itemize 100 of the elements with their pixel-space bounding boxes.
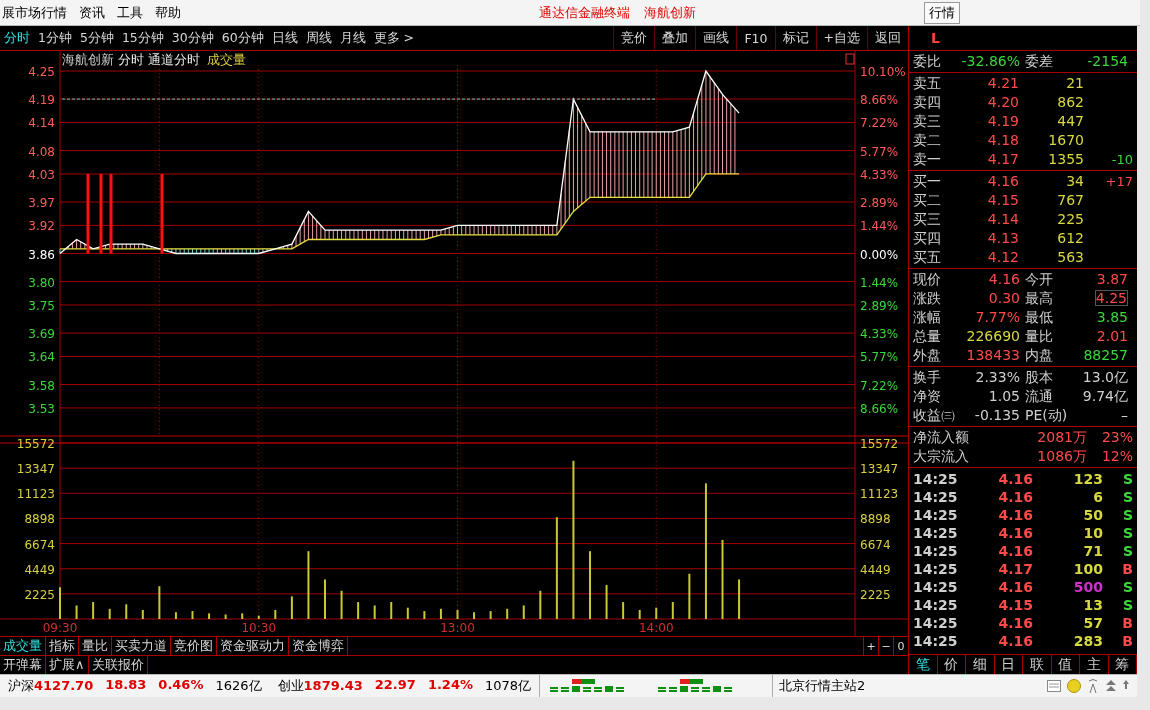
tick-price: 4.17: [997, 560, 1033, 578]
volume-bar: [671, 602, 674, 619]
period-tab[interactable]: 15分钟: [117, 29, 168, 47]
axis-label: 8898: [24, 512, 55, 527]
index-name: 创业: [277, 678, 304, 693]
zoom-button[interactable]: +: [863, 637, 878, 655]
tick-price: 4.15: [997, 596, 1033, 614]
order-label: 卖一: [913, 150, 942, 169]
antenna-icon[interactable]: [1087, 679, 1099, 693]
axis-label: 8898: [860, 512, 891, 527]
order-volume: 21: [1065, 74, 1084, 93]
menu-item[interactable]: 资讯: [77, 3, 115, 22]
indicator-tab[interactable]: 买卖力道: [112, 637, 171, 655]
tick-side: S: [1121, 578, 1133, 596]
period-tab[interactable]: 1分钟: [34, 29, 76, 47]
period-tab[interactable]: 周线: [301, 29, 336, 47]
tick-price: 4.16: [997, 614, 1033, 632]
order-price: 4.21: [986, 74, 1019, 93]
menu-item[interactable]: 工具: [115, 3, 153, 22]
volume-bar: [92, 602, 95, 619]
arrows-icon[interactable]: [1105, 679, 1117, 693]
tick-price: 4.16: [997, 578, 1033, 596]
period-tab[interactable]: 分时: [0, 29, 34, 47]
tick-side: B: [1121, 632, 1133, 650]
order-price: 4.13: [986, 229, 1019, 248]
volume-bar: [373, 605, 376, 619]
volume-bar: [241, 613, 244, 619]
percent-label: 8.66%: [860, 401, 899, 416]
order-volume: 1355: [1047, 150, 1084, 169]
stat-value: –: [1120, 406, 1129, 425]
percent-label: 2.89%: [860, 298, 899, 313]
stat-value: 13.0亿: [1081, 368, 1129, 387]
order-volume: 1670: [1047, 131, 1084, 150]
axis-label: 4.03: [28, 167, 55, 182]
tick-time: 14:25: [913, 524, 959, 542]
stat-label: 总量: [913, 327, 942, 346]
tick-side: S: [1121, 470, 1133, 488]
title-text: 海航创新: [644, 3, 696, 22]
indicator-tab[interactable]: 指标: [46, 637, 79, 655]
period-tab[interactable]: 5分钟: [75, 29, 118, 47]
index-turnover: 1626亿: [215, 677, 262, 695]
stat-label: 内盘: [1025, 346, 1054, 365]
quote-button[interactable]: 行情: [924, 1, 960, 24]
menu-item[interactable]: 展市场行情: [0, 3, 77, 22]
indicator-label: 成交量: [207, 52, 246, 67]
axis-label: 3.75: [28, 298, 55, 313]
stock-name: 海航创新: [62, 52, 114, 67]
volume-bar: [423, 611, 426, 619]
period-tab[interactable]: 30分钟: [167, 29, 218, 47]
order-price: 4.14: [986, 210, 1019, 229]
axis-label: 2225: [24, 587, 55, 602]
volume-bar: [473, 612, 476, 619]
axis-label: 3.64: [28, 350, 55, 365]
tick-time: 14:25: [913, 632, 959, 650]
axis-label: 2225: [860, 587, 891, 602]
period-tab[interactable]: 更多 >: [369, 29, 419, 47]
indicator-tab[interactable]: 竞价图: [171, 637, 217, 655]
order-volume: 563: [1056, 248, 1084, 267]
stat-label: 股本: [1025, 368, 1054, 387]
order-change: +17: [1105, 174, 1133, 189]
order-label: 卖二: [913, 131, 942, 150]
order-label: 卖五: [913, 74, 942, 93]
order-price: 4.17: [986, 150, 1019, 169]
indicator-tab[interactable]: 成交量: [0, 637, 46, 655]
axis-label: 11123: [860, 487, 899, 502]
volume-bar: [108, 608, 111, 619]
axis-label: 13347: [16, 462, 55, 477]
indicator-tab[interactable]: 量比: [79, 637, 112, 655]
document-icon[interactable]: [1047, 680, 1061, 692]
time-label: 14:00: [638, 621, 674, 635]
stat-value: 2.01: [1096, 328, 1128, 344]
tick-volume: 50: [1082, 506, 1103, 524]
stat-label: 委差: [1025, 52, 1054, 71]
period-tab[interactable]: 60分钟: [217, 29, 268, 47]
indicator-tab[interactable]: 资金博弈: [289, 637, 348, 655]
zoom-button[interactable]: −: [878, 637, 893, 655]
tick-volume: 71: [1082, 542, 1103, 560]
order-price: 4.20: [986, 93, 1019, 112]
window-toggle-icon[interactable]: [845, 53, 855, 65]
menu-item[interactable]: 帮助: [153, 3, 191, 22]
stat-label: 净资: [913, 387, 942, 406]
stat-value: 2.33%: [974, 368, 1021, 387]
percent-label: 1.44%: [860, 275, 899, 290]
title-text: 通达信金融终端: [539, 3, 630, 22]
percent-label: 4.33%: [860, 327, 899, 342]
coin-icon[interactable]: [1067, 679, 1081, 693]
indicator-tab[interactable]: 资金驱动力: [217, 637, 289, 655]
volume-bar: [688, 573, 691, 619]
extra-tab[interactable]: 开弹幕: [0, 656, 46, 674]
index-value: 4127.70: [34, 678, 94, 693]
percent-label: 7.22%: [860, 116, 899, 131]
period-tab[interactable]: 日线: [267, 29, 302, 47]
volume-bar: [224, 614, 227, 619]
volume-bar: [390, 602, 393, 619]
volume-bar: [290, 596, 293, 619]
period-tab[interactable]: 月线: [335, 29, 370, 47]
extra-tab[interactable]: 扩展∧: [46, 656, 89, 674]
order-price: 4.16: [986, 172, 1019, 191]
flow-label: 净流入额: [913, 428, 970, 447]
up-arrow-icon[interactable]: [1123, 680, 1129, 692]
